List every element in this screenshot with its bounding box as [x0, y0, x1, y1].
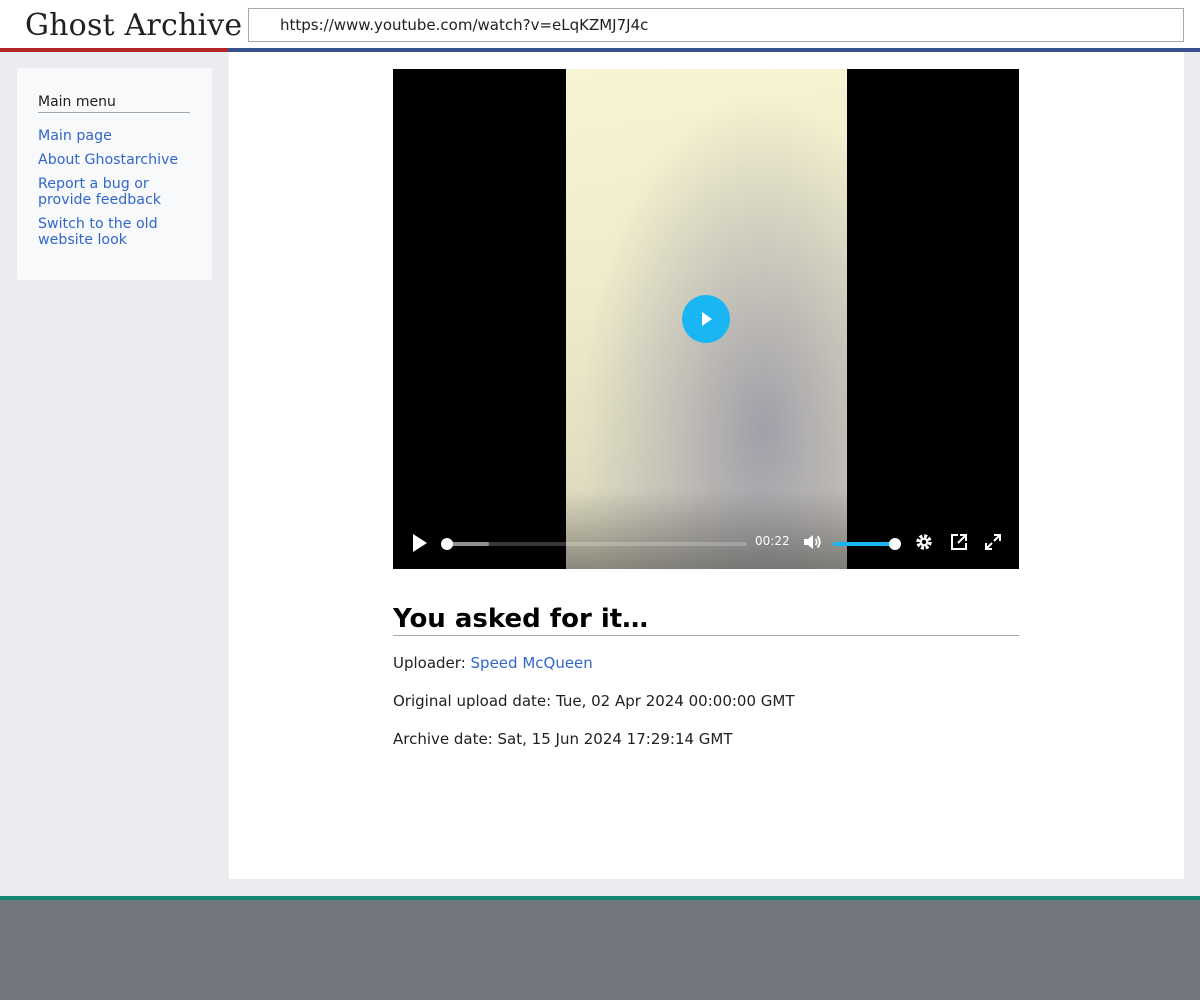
volume-handle[interactable]	[889, 538, 901, 550]
main-content: 00:22 You asked for it… Uploader: Speed …	[229, 52, 1184, 879]
main-page-link[interactable]: Main page	[38, 128, 112, 144]
sidebar: Main menu Main page About Ghostarchive R…	[17, 68, 212, 280]
big-play-button[interactable]	[682, 295, 730, 343]
uploader-line: Uploader: Speed McQueen	[393, 654, 593, 672]
site-logo[interactable]: Ghost Archive	[0, 0, 242, 52]
seek-handle[interactable]	[441, 538, 453, 550]
settings-button[interactable]	[914, 532, 934, 556]
volume-icon	[804, 535, 821, 549]
volume-level-fill	[833, 542, 895, 546]
fullscreen-icon	[985, 534, 1001, 550]
volume-slider[interactable]	[833, 538, 901, 550]
video-controls: 00:22	[393, 517, 1019, 569]
about-ghostarchive-link[interactable]: About Ghostarchive	[38, 152, 178, 168]
sidebar-item-about: About Ghostarchive	[38, 152, 198, 168]
uploader-link[interactable]: Speed McQueen	[471, 654, 593, 672]
play-icon	[413, 534, 427, 552]
sidebar-item-old-look: Switch to the old website look	[38, 216, 198, 248]
fullscreen-button[interactable]	[983, 532, 1003, 556]
sidebar-item-report-bug: Report a bug or provide feedback	[38, 176, 198, 208]
settings-gear-icon	[916, 534, 932, 550]
video-player[interactable]: 00:22	[393, 69, 1019, 569]
picture-in-picture-button[interactable]	[949, 532, 969, 556]
mute-button[interactable]	[802, 532, 822, 556]
page-title: You asked for it…	[393, 604, 1019, 636]
current-time: 00:22	[755, 534, 790, 548]
report-bug-link[interactable]: Report a bug or provide feedback	[38, 176, 161, 208]
archive-date: Archive date: Sat, 15 Jun 2024 17:29:14 …	[393, 730, 733, 748]
main-menu-heading: Main menu	[38, 94, 190, 113]
old-website-look-link[interactable]: Switch to the old website look	[38, 216, 158, 248]
seek-bar[interactable]	[441, 538, 747, 550]
picture-in-picture-icon	[951, 534, 967, 550]
site-footer	[0, 900, 1200, 1000]
url-search-input[interactable]: https://www.youtube.com/watch?v=eLqKZMJ7…	[248, 8, 1184, 42]
original-upload-date: Original upload date: Tue, 02 Apr 2024 0…	[393, 692, 795, 710]
play-icon	[702, 312, 712, 326]
main-menu-list: Main page About Ghostarchive Report a bu…	[38, 128, 198, 256]
sidebar-item-main-page: Main page	[38, 128, 198, 144]
play-button[interactable]	[411, 533, 429, 557]
buffered-progress	[447, 542, 489, 546]
uploader-label: Uploader:	[393, 654, 466, 672]
